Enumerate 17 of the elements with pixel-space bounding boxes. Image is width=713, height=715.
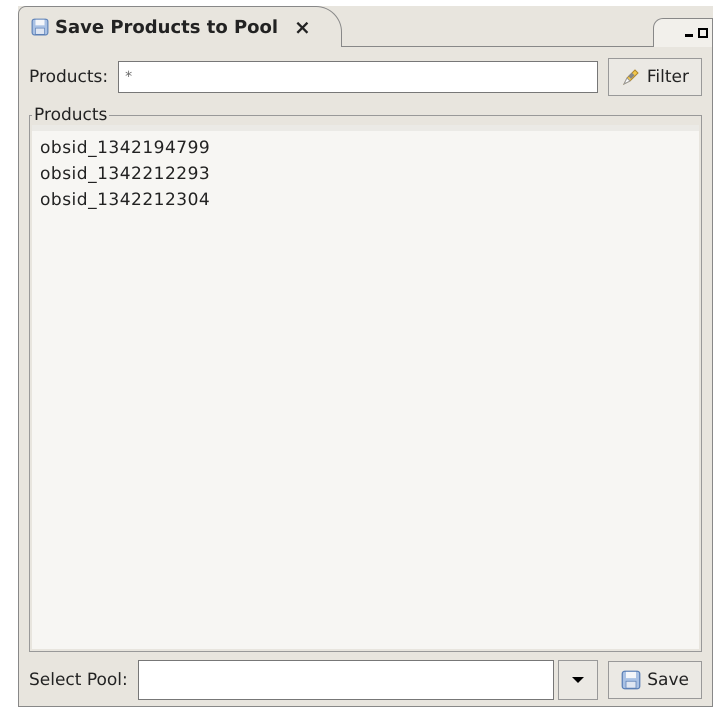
pen-icon (620, 67, 641, 87)
view-tab[interactable]: Save Products to Pool × (18, 6, 342, 47)
products-label: Products: (29, 67, 108, 87)
dropdown-arrow-icon[interactable] (571, 676, 586, 684)
product-item[interactable]: obsid_1342212304 (40, 187, 691, 213)
group-title: Products (33, 105, 108, 125)
product-item[interactable]: obsid_1342212293 (40, 161, 691, 187)
select-pool-label: Select Pool: (29, 670, 128, 690)
products-field[interactable]: * (118, 61, 598, 93)
save-button[interactable]: Save (608, 661, 702, 699)
window-controls[interactable] (653, 18, 713, 47)
pool-dropdown[interactable] (138, 660, 598, 700)
filter-button[interactable]: Filter (608, 58, 702, 96)
tab-title: Save Products to Pool (55, 16, 278, 38)
product-item[interactable]: obsid_1342194799 (40, 135, 691, 161)
close-button[interactable]: × (294, 15, 311, 39)
maximize-icon[interactable] (698, 28, 708, 38)
